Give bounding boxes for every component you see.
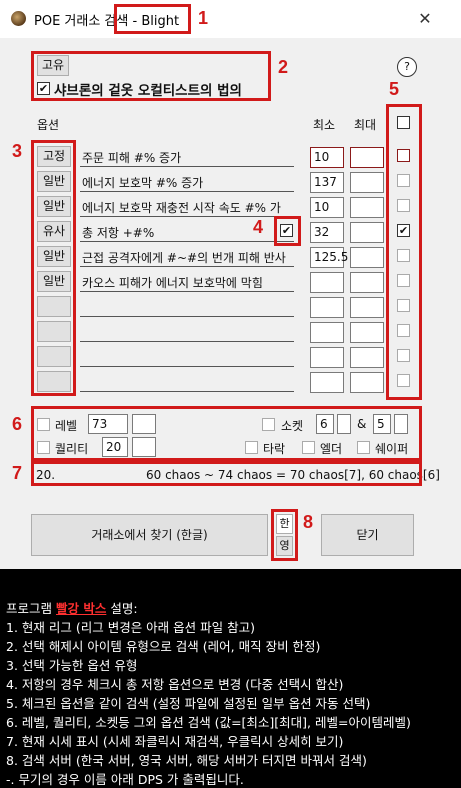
option-max-input[interactable]	[350, 297, 384, 318]
option-max-input[interactable]	[350, 322, 384, 343]
annotation-label-5: 5	[389, 79, 400, 99]
options-column-header: 옵션	[37, 118, 60, 132]
annotation-label-3: 3	[12, 141, 23, 161]
option-max-input[interactable]	[350, 147, 384, 168]
option-max-input[interactable]	[350, 347, 384, 368]
legend-line: 4. 저항의 경우 체크시 총 저항 옵션으로 변경 (다중 선택시 합산)	[6, 677, 344, 692]
annotation-box-2	[31, 51, 271, 101]
option-min-input[interactable]: 125.5	[310, 247, 348, 268]
legend-line: 2. 선택 해제시 아이템 유형으로 검색 (레어, 매직 장비 한정)	[6, 639, 321, 654]
option-max-input[interactable]	[350, 272, 384, 293]
annotation-box-6	[31, 406, 422, 461]
legend-line: -. 무기의 경우 이름 아래 DPS 가 출력됩니다.	[6, 772, 244, 787]
option-underline	[80, 341, 294, 342]
option-text: 카오스 피해가 에너지 보호막에 막힘	[82, 276, 263, 290]
close-window-button[interactable]: ✕	[410, 7, 440, 31]
trade-search-window: POE 거래소 검색 - Blight ✕ 고유 ✔ 샤브론의 겉옷 오컬티스트…	[0, 0, 461, 569]
option-min-input[interactable]	[310, 322, 344, 343]
legend-intro-highlight: 빨강 박스	[55, 601, 107, 616]
close-button[interactable]: 닫기	[321, 514, 414, 556]
option-min-input[interactable]: 137	[310, 172, 344, 193]
option-underline	[80, 166, 294, 167]
max-column-header: 최대	[354, 118, 377, 132]
legend-line: 1. 현재 리그 (리그 변경은 아래 옵션 파일 참고)	[6, 620, 255, 635]
option-underline	[80, 191, 294, 192]
title-bar: POE 거래소 검색 - Blight ✕	[0, 0, 461, 38]
legend-line: 6. 레벨, 퀄리티, 소켓등 그외 옵션 검색 (값=[최소][최대], 레벨…	[6, 715, 411, 730]
annotation-label-4: 4	[253, 217, 264, 237]
option-text: 에너지 보호막 #% 증가	[82, 176, 204, 190]
option-underline	[80, 316, 294, 317]
option-max-input[interactable]	[350, 222, 384, 243]
search-trade-button[interactable]: 거래소에서 찾기 (한글)	[31, 514, 268, 556]
option-underline	[80, 266, 294, 267]
option-min-input[interactable]: 32	[310, 222, 344, 243]
option-text: 에너지 보호막 재충전 시작 속도 #% 가	[82, 201, 281, 215]
option-max-input[interactable]	[350, 372, 384, 393]
annotation-label-6: 6	[12, 414, 23, 434]
legend-line: 3. 선택 가능한 옵션 유형	[6, 658, 138, 673]
annotation-box-8	[271, 509, 298, 561]
option-max-input[interactable]	[350, 172, 384, 193]
option-max-input[interactable]	[350, 197, 384, 218]
annotation-label-7: 7	[12, 463, 23, 483]
annotation-box-1	[114, 4, 191, 34]
option-text: 주문 피해 #% 증가	[82, 151, 182, 165]
annotation-box-4	[274, 216, 301, 246]
annotation-box-3	[31, 140, 76, 396]
app-icon	[11, 11, 26, 26]
annotation-label-2: 2	[278, 57, 289, 77]
min-column-header: 최소	[313, 118, 336, 132]
legend-intro-suffix: 설명:	[106, 601, 138, 616]
option-underline	[80, 366, 294, 367]
legend-line: 8. 검색 서버 (한국 서버, 영국 서버, 해당 서버가 터지면 바꿔서 검…	[6, 753, 367, 768]
legend-intro-prefix: 프로그램	[6, 601, 56, 616]
option-max-input[interactable]	[350, 247, 384, 268]
option-min-input[interactable]	[310, 272, 344, 293]
close-icon: ✕	[418, 9, 432, 28]
option-min-input[interactable]	[310, 372, 344, 393]
legend-intro: 프로그램 빨강 박스 설명:	[6, 598, 138, 617]
option-min-input[interactable]: 10	[310, 197, 344, 218]
option-min-input[interactable]: 10	[310, 147, 344, 168]
option-min-input[interactable]	[310, 347, 344, 368]
legend-panel: 프로그램 빨강 박스 설명: 1. 현재 리그 (리그 변경은 아래 옵션 파일…	[0, 569, 461, 788]
option-underline	[80, 241, 294, 242]
option-text: 근접 공격자에게 #~#의 번개 피해 반사	[82, 251, 286, 265]
option-underline	[80, 391, 294, 392]
annotation-box-7	[31, 461, 422, 486]
legend-line: 5. 체크된 옵션을 같이 검색 (설정 파일에 설정된 일부 옵션 자동 선택…	[6, 696, 371, 711]
help-icon[interactable]: ?	[397, 57, 417, 77]
option-min-input[interactable]	[310, 297, 344, 318]
annotation-label-1: 1	[198, 8, 209, 28]
annotation-label-8: 8	[303, 512, 314, 532]
option-text: 총 저항 +#%	[82, 226, 155, 240]
legend-line: 7. 현재 시세 표시 (시세 좌클릭시 재검색, 우클릭시 상세히 보기)	[6, 734, 344, 749]
annotation-box-5	[386, 104, 422, 400]
option-underline	[80, 291, 294, 292]
